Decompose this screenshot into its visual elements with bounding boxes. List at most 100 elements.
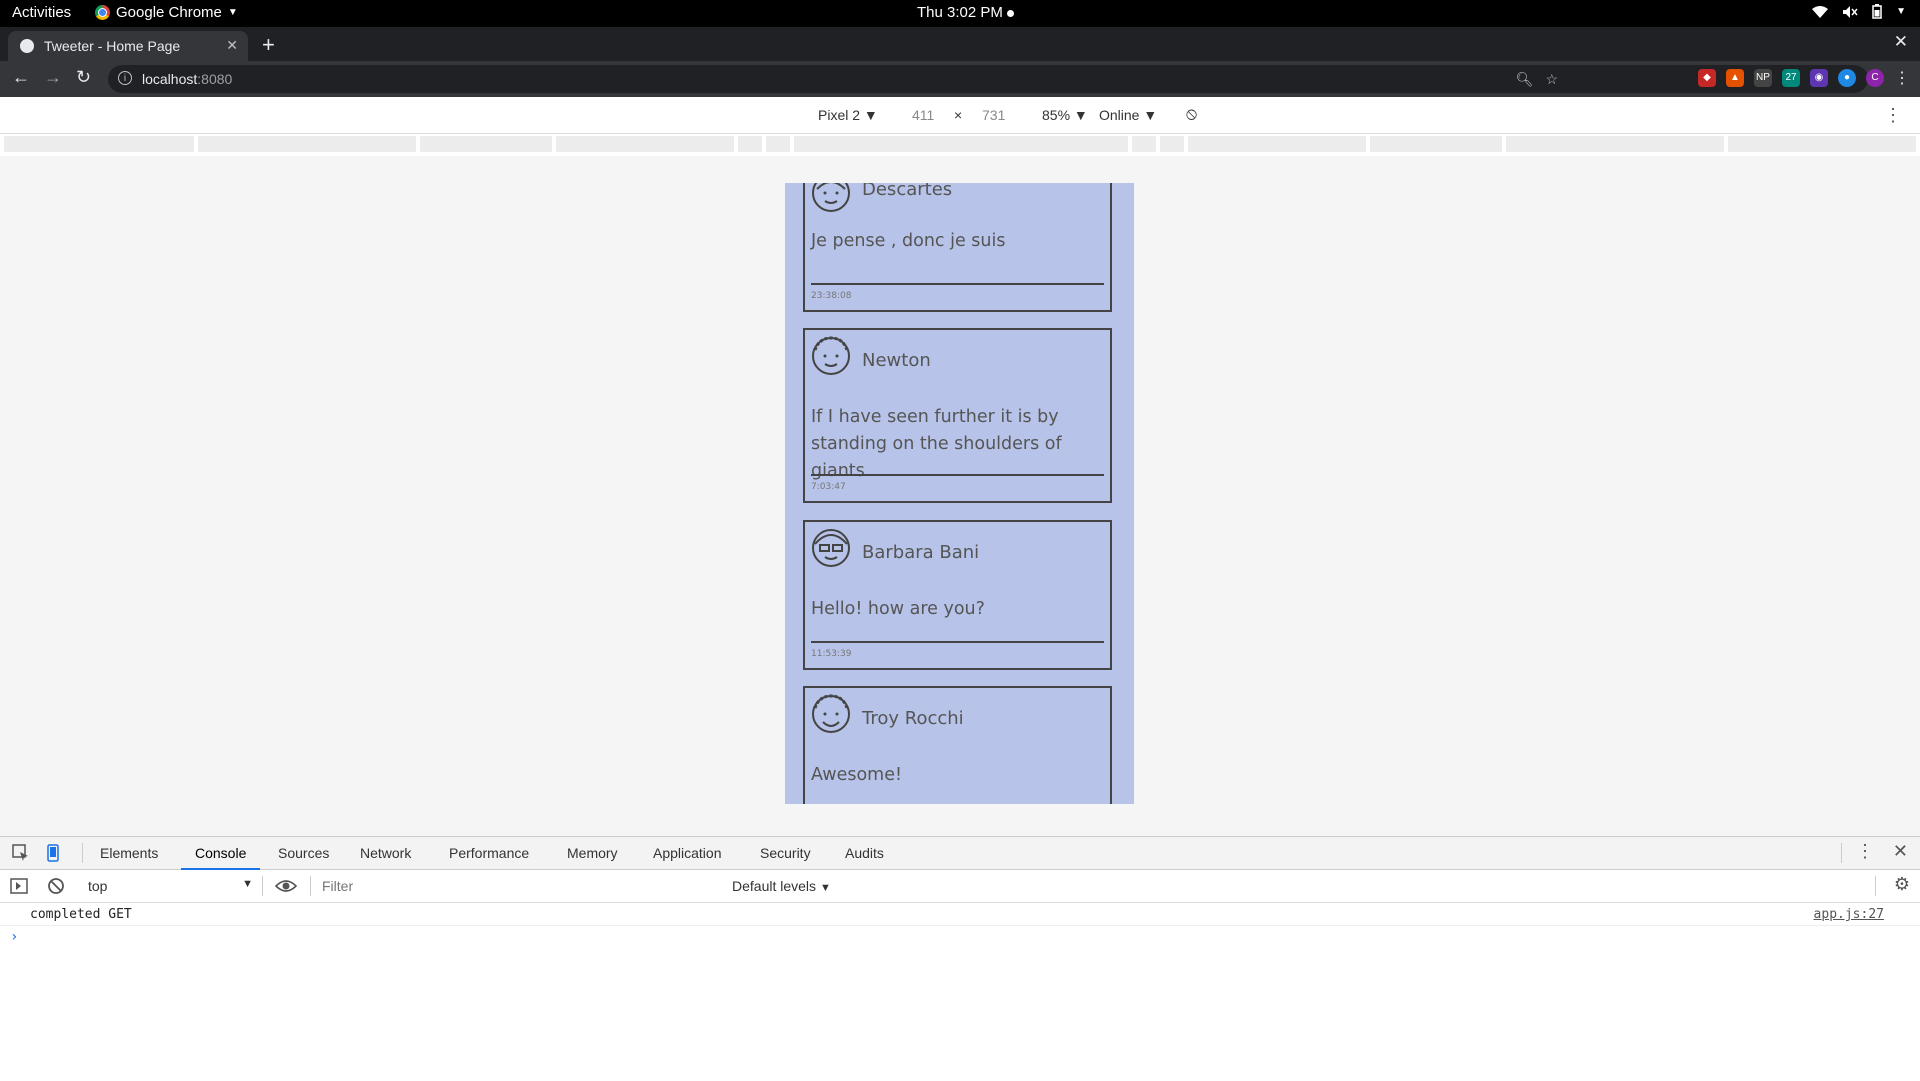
tab-elements[interactable]: Elements	[100, 845, 158, 861]
close-devtools-icon[interactable]: ✕	[1893, 841, 1908, 862]
avatar-icon	[812, 529, 850, 567]
browser-menu-icon[interactable]: ⋮	[1894, 68, 1910, 88]
device-toolbar: Pixel 2 ▼ 411 × 731 85% ▼ Online ▼ ⦸ ⋮	[0, 97, 1920, 134]
tweet-text: If I have seen further it is by standing…	[811, 407, 1062, 481]
devtools-tab-bar: Elements Console Sources Network Perform…	[0, 837, 1920, 870]
divider	[1875, 876, 1876, 896]
tab-performance[interactable]: Performance	[449, 845, 529, 861]
dropdown-caret-icon: ▼	[1143, 107, 1158, 123]
media-query-segment[interactable]	[1370, 136, 1502, 152]
tab-audits[interactable]: Audits	[845, 845, 884, 861]
divider	[811, 283, 1104, 285]
media-query-segment[interactable]	[1132, 136, 1156, 152]
url-text[interactable]: localhost:8080	[142, 71, 232, 87]
avatar-icon	[812, 694, 850, 733]
more-options-icon[interactable]: ⋮	[1884, 105, 1902, 126]
tab-sources[interactable]: Sources	[278, 845, 329, 861]
site-info-icon[interactable]: i	[118, 71, 132, 85]
console-source-link[interactable]: app.js:27	[1814, 907, 1884, 922]
media-query-segment[interactable]	[1188, 136, 1366, 152]
emulated-viewport-area: Descartes Je pense , donc je suis 23:38:…	[0, 156, 1920, 836]
address-bar[interactable]: i localhost:8080 🔍︎ ☆	[108, 65, 1868, 93]
media-query-segment[interactable]	[4, 136, 194, 152]
profile-avatar-icon[interactable]: C	[1866, 69, 1884, 87]
device-name: Pixel 2	[818, 107, 861, 123]
bookmark-star-icon[interactable]: ☆	[1545, 71, 1558, 88]
tweet-card: Troy Rocchi Awesome!	[803, 686, 1112, 804]
activities-button[interactable]: Activities	[12, 4, 71, 21]
os-top-bar: Activities Google Chrome ▼ Thu 3:02 PM ▼	[0, 0, 1920, 27]
device-height[interactable]: 731	[982, 107, 1005, 123]
app-menu[interactable]: Google Chrome ▼	[95, 4, 238, 21]
gear-icon[interactable]: ⚙	[1894, 874, 1910, 895]
divider	[310, 876, 311, 896]
log-levels-select[interactable]: Default levels ▼	[732, 878, 831, 894]
console-filter-input[interactable]	[318, 874, 724, 898]
dimension-separator: ×	[954, 107, 963, 123]
media-query-segment[interactable]	[1506, 136, 1724, 152]
browser-toolbar: ← → ↻ i localhost:8080 🔍︎ ☆ ◆ ▲ NP 27 ◉ …	[0, 61, 1920, 97]
extension-icon[interactable]: ▲	[1726, 69, 1744, 87]
tweet-text: Je pense , donc je suis	[811, 231, 1006, 251]
device-toggle-icon[interactable]	[44, 844, 62, 862]
tab-application[interactable]: Application	[653, 845, 722, 861]
media-query-segment[interactable]	[556, 136, 734, 152]
avatar-icon	[812, 336, 850, 375]
dropdown-caret-icon: ▼	[1073, 107, 1088, 123]
chevron-down-icon: ▼	[1896, 6, 1906, 17]
new-tab-button[interactable]: +	[262, 32, 275, 58]
media-query-segment[interactable]	[1728, 136, 1916, 152]
device-screen[interactable]: Descartes Je pense , donc je suis 23:38:…	[785, 183, 1134, 804]
device-select[interactable]: Pixel 2 ▼	[818, 107, 878, 123]
media-query-segment[interactable]	[198, 136, 416, 152]
media-query-segment[interactable]	[420, 136, 552, 152]
context-select[interactable]: top ▼	[88, 878, 253, 894]
divider	[262, 876, 263, 896]
system-tray[interactable]: ▼	[1812, 4, 1906, 19]
calendar-extension-icon[interactable]: 27	[1782, 69, 1800, 87]
throttle-value: Online	[1099, 107, 1140, 123]
browser-tab[interactable]: Tweeter - Home Page ✕	[8, 31, 248, 61]
console-output[interactable]: completed GET app.js:27 ›	[0, 903, 1920, 945]
device-width[interactable]: 411	[912, 107, 934, 123]
dropdown-caret-icon: ▼	[863, 107, 878, 123]
url-port: :8080	[197, 71, 233, 87]
media-query-bar[interactable]	[0, 134, 1920, 156]
extension-icon[interactable]: ●	[1838, 69, 1856, 87]
volume-muted-icon	[1843, 5, 1858, 18]
chevron-down-icon: ▼	[227, 7, 238, 18]
inspect-element-icon[interactable]	[12, 844, 30, 862]
media-query-segment[interactable]	[766, 136, 790, 152]
back-icon[interactable]: ←	[12, 67, 30, 88]
zoom-select[interactable]: 85% ▼	[1042, 107, 1088, 123]
reload-icon[interactable]: ↻	[76, 67, 91, 88]
forward-icon[interactable]: →	[44, 67, 62, 88]
np-extension-icon[interactable]: NP	[1754, 69, 1772, 87]
tweet-author: Newton	[862, 350, 931, 371]
media-query-segment[interactable]	[738, 136, 762, 152]
shield-extension-icon[interactable]: ◆	[1698, 69, 1716, 87]
media-query-segment[interactable]	[794, 136, 1128, 152]
live-expression-eye-icon[interactable]	[275, 878, 297, 894]
console-prompt-icon[interactable]: ›	[10, 929, 18, 945]
zoom-icon[interactable]: 🔍︎	[1516, 71, 1534, 88]
throttle-select[interactable]: Online ▼	[1099, 107, 1157, 123]
close-window-icon[interactable]: ✕	[1894, 32, 1908, 52]
tweet-text: Hello! how are you?	[811, 599, 985, 619]
tab-memory[interactable]: Memory	[567, 845, 618, 861]
sidebar-toggle-icon[interactable]	[10, 878, 28, 894]
close-tab-icon[interactable]: ✕	[226, 37, 238, 54]
context-value: top	[88, 878, 108, 894]
tab-security[interactable]: Security	[760, 845, 811, 861]
tab-network[interactable]: Network	[360, 845, 411, 861]
tweet-timestamp: 7:03:47	[811, 482, 846, 492]
rotate-icon[interactable]: ⦸	[1186, 104, 1197, 124]
devtools-menu-icon[interactable]: ⋮	[1856, 841, 1874, 862]
clock[interactable]: Thu 3:02 PM	[917, 4, 1014, 21]
media-query-segment[interactable]	[1160, 136, 1184, 152]
tab-console[interactable]: Console	[180, 845, 261, 870]
divider	[1841, 843, 1842, 863]
tweet-card: Barbara Bani Hello! how are you? 11:53:3…	[803, 520, 1112, 670]
clear-console-icon[interactable]	[47, 877, 65, 895]
extension-icon[interactable]: ◉	[1810, 69, 1828, 87]
